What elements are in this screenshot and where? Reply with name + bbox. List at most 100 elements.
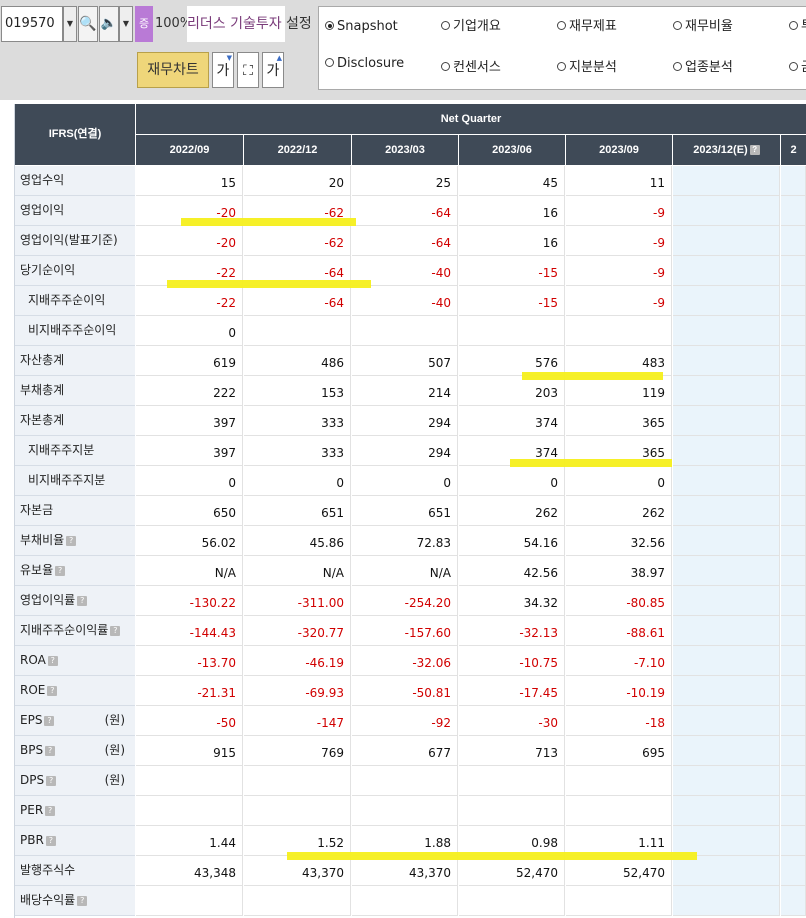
table-cell: 0 xyxy=(566,466,672,496)
period-header-label: 2023/03 xyxy=(385,144,425,156)
table-cell: 677 xyxy=(352,736,458,766)
help-icon[interactable]: ? xyxy=(77,895,88,906)
row-label: 영업이익(발표기준) xyxy=(20,233,118,247)
code-dropdown-button[interactable]: ▼ xyxy=(63,6,77,42)
table-cell xyxy=(781,466,806,496)
table-row: 비지배주주순이익 0 xyxy=(15,316,806,346)
settings-link[interactable]: 설정 xyxy=(286,6,312,42)
table-row: 자본금 650 651 651 262 262 xyxy=(15,496,806,526)
table-cell xyxy=(673,766,780,796)
font-size-down-button[interactable]: 가 ▲ xyxy=(262,52,284,88)
table-cell xyxy=(781,826,806,856)
table-cell xyxy=(459,316,565,346)
menu-disclosure[interactable]: Disclosure xyxy=(325,54,404,74)
table-cell: N/A xyxy=(136,556,243,586)
menu-finance[interactable]: 금 xyxy=(789,58,806,78)
table-cell: -254.20 xyxy=(352,586,458,616)
table-cell xyxy=(244,766,351,796)
table-cell: 43,370 xyxy=(244,856,351,886)
table-row: 부채비율? 56.02 45.86 72.83 54.16 32.56 xyxy=(15,526,806,556)
row-label: 자본총계 xyxy=(20,413,65,427)
table-cell: -50 xyxy=(136,706,243,736)
search-icon[interactable]: 🔍 xyxy=(78,6,98,42)
speaker-icon[interactable]: 🔈 xyxy=(99,6,119,42)
table-cell: 769 xyxy=(244,736,351,766)
table-cell: -130.22 xyxy=(136,586,243,616)
table-cell xyxy=(459,886,565,916)
menu-snapshot[interactable]: Snapshot xyxy=(325,17,398,37)
table-cell xyxy=(244,796,351,826)
menu-investment[interactable]: 투 xyxy=(789,17,806,37)
period-header-label: 2023/12(E) xyxy=(693,144,748,156)
table-cell xyxy=(781,496,806,526)
font-size-up-button[interactable]: 가 ▼ xyxy=(212,52,234,88)
help-icon[interactable]: ? xyxy=(45,805,56,816)
help-icon[interactable]: ? xyxy=(66,535,77,546)
help-icon[interactable]: ? xyxy=(45,745,56,756)
triangle-up-icon: ▲ xyxy=(276,54,282,62)
table-cell xyxy=(781,526,806,556)
table-cell xyxy=(244,316,351,346)
table-cell: -311.00 xyxy=(244,586,351,616)
table-cell xyxy=(673,466,780,496)
table-cell: 15 xyxy=(136,166,243,196)
row-label: 영업이익 xyxy=(20,203,65,217)
period-header-label: 2023/06 xyxy=(492,144,532,156)
table-cell xyxy=(673,556,780,586)
table-cell xyxy=(781,676,806,706)
table-cell: -64 xyxy=(352,196,458,226)
menu-industry-analysis[interactable]: 업종분석 xyxy=(673,58,733,78)
radio-selected-icon xyxy=(325,21,334,30)
table-cell: 397 xyxy=(136,406,243,436)
help-icon[interactable]: ? xyxy=(44,715,55,726)
table-cell: 650 xyxy=(136,496,243,526)
stock-code-input[interactable]: 019570 xyxy=(1,6,63,42)
period-header-6: 2 xyxy=(781,135,806,165)
table-cell: 25 xyxy=(352,166,458,196)
menu-financial-ratios[interactable]: 재무비율 xyxy=(673,17,733,37)
table-cell xyxy=(136,886,243,916)
help-icon[interactable]: ? xyxy=(55,565,66,576)
row-label-cell: 지배주주지분 xyxy=(15,436,135,466)
financial-chart-button[interactable]: 재무차트 xyxy=(137,52,209,88)
table-row: 발행주식수 43,348 43,370 43,370 52,470 52,470 xyxy=(15,856,806,886)
table-cell xyxy=(566,316,672,346)
row-label-cell: 영업수익 xyxy=(15,166,135,196)
table-cell xyxy=(352,796,458,826)
table-cell xyxy=(673,346,780,376)
table-cell: 16 xyxy=(459,226,565,256)
table-cell xyxy=(781,406,806,436)
help-icon[interactable]: ? xyxy=(77,595,88,606)
help-icon[interactable]: ? xyxy=(749,145,760,156)
row-label-cell: 지배주주순이익률? xyxy=(15,616,135,646)
table-cell: -88.61 xyxy=(566,616,672,646)
row-label-cell: PBR? xyxy=(15,826,135,856)
highlight-mark xyxy=(181,218,356,226)
table-cell: 38.97 xyxy=(566,556,672,586)
fit-screen-button[interactable]: ⛶ xyxy=(237,52,259,88)
table-cell: -40 xyxy=(352,286,458,316)
help-icon[interactable]: ? xyxy=(47,685,58,696)
speaker-dropdown-button[interactable]: ▼ xyxy=(119,6,133,42)
table-cell: 52,470 xyxy=(459,856,565,886)
table-cell xyxy=(673,436,780,466)
table-cell xyxy=(781,226,806,256)
row-label: 당기순이익 xyxy=(20,263,76,277)
help-icon[interactable]: ? xyxy=(110,625,121,636)
menu-financial-statements[interactable]: 재무제표 xyxy=(557,17,617,37)
table-cell xyxy=(673,496,780,526)
table-cell: -21.31 xyxy=(136,676,243,706)
table-row: 영업수익 15 20 25 45 11 xyxy=(15,166,806,196)
period-header-label: 2022/12 xyxy=(277,144,318,156)
help-icon[interactable]: ? xyxy=(45,835,56,846)
row-label-cell: ROE? xyxy=(15,676,135,706)
table-row: 지배주주순이익률? -144.43 -320.77 -157.60 -32.13 -88.… xyxy=(15,616,806,646)
table-cell xyxy=(673,256,780,286)
menu-consensus[interactable]: 컨센서스 xyxy=(441,58,501,78)
help-icon[interactable]: ? xyxy=(46,775,57,786)
row-label-cell: 발행주식수 xyxy=(15,856,135,886)
menu-shareholding[interactable]: 지분분석 xyxy=(557,58,617,78)
help-icon[interactable]: ? xyxy=(47,655,58,666)
menu-company-overview[interactable]: 기업개요 xyxy=(441,17,501,37)
row-label-cell: EPS? (원) xyxy=(15,706,135,736)
